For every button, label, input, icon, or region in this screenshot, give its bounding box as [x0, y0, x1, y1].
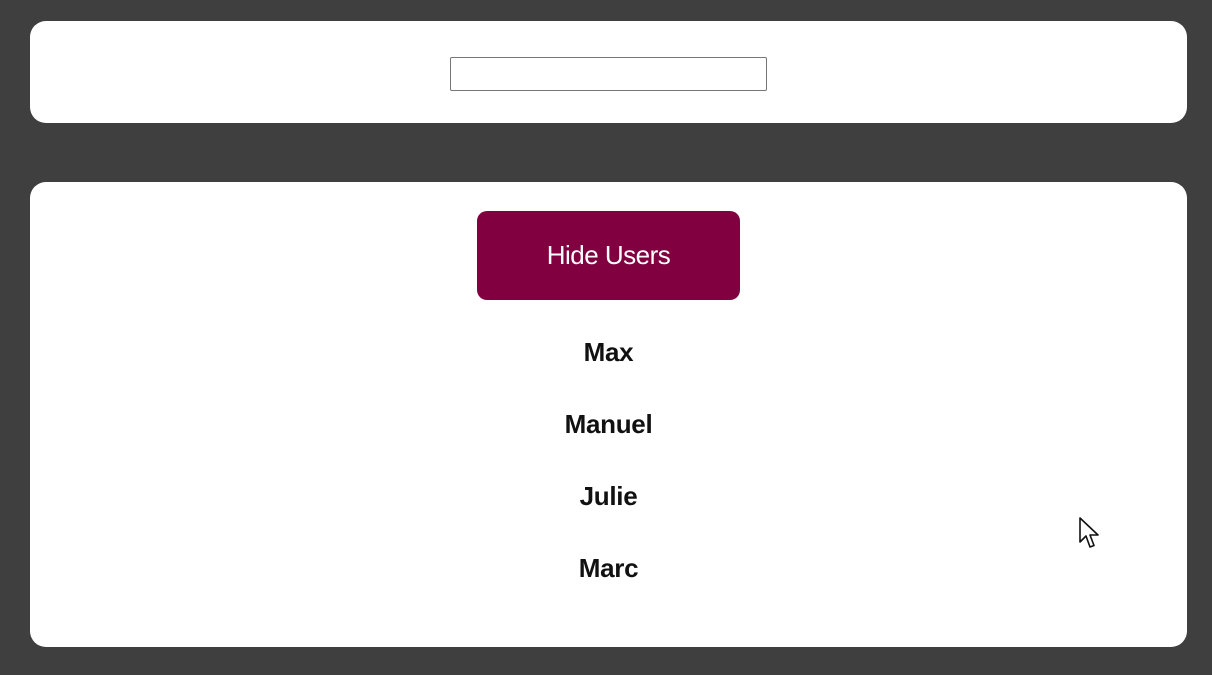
user-list: Max Manuel Julie Marc: [30, 334, 1187, 622]
list-item: Julie: [579, 480, 638, 511]
search-input[interactable]: [450, 57, 767, 91]
hide-users-button[interactable]: Hide Users: [477, 211, 740, 300]
users-card: Hide Users Max Manuel Julie Marc: [30, 182, 1187, 647]
search-card: [30, 21, 1187, 123]
list-item: Max: [583, 336, 634, 367]
list-item: Marc: [578, 552, 639, 583]
mouse-pointer-icon: [1079, 517, 1099, 548]
list-item: Manuel: [564, 408, 653, 439]
